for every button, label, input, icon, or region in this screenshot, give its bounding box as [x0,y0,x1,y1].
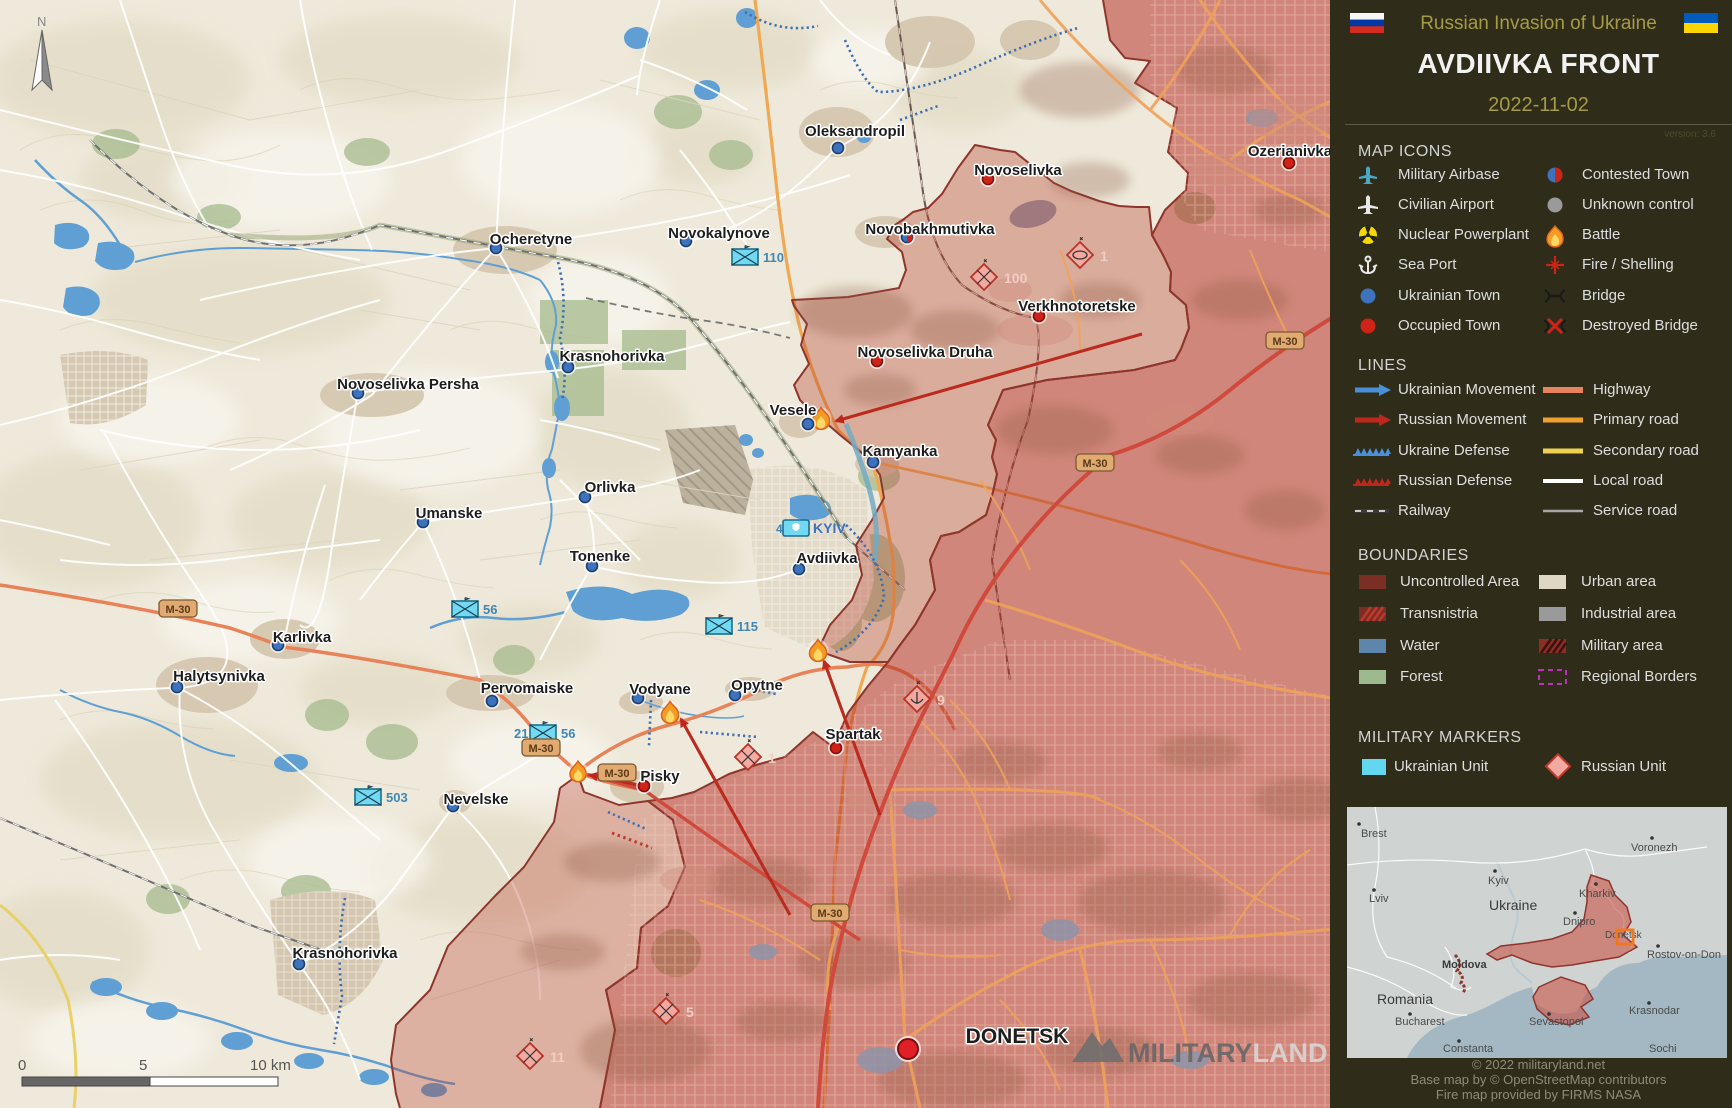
svg-text:Tonenke: Tonenke [570,548,631,565]
svg-text:Kamyanka: Kamyanka [862,443,938,460]
svg-text:Spartak: Spartak [825,726,881,743]
svg-text:9: 9 [937,692,945,708]
svg-text:Voronezh: Voronezh [1631,842,1677,854]
svg-text:Kharkiv: Kharkiv [1579,888,1616,900]
svg-text:Ukraine: Ukraine [1489,897,1537,913]
svg-text:KYIV: KYIV [813,520,846,536]
svg-text:Constanta: Constanta [1443,1043,1494,1055]
svg-text:Opytne: Opytne [731,677,783,694]
svg-text:M-30: M-30 [1272,336,1297,348]
svg-text:Novobakhmutivka: Novobakhmutivka [865,221,995,238]
svg-text:Sevastopol: Sevastopol [1529,1016,1583,1028]
svg-text:M-30: M-30 [817,908,842,920]
svg-text:5: 5 [139,1057,147,1074]
svg-text:Krasnodar: Krasnodar [1629,1005,1680,1017]
svg-text:Vesele: Vesele [770,402,817,419]
svg-text:Brest: Brest [1361,828,1387,840]
svg-text:Nevelske: Nevelske [443,791,508,808]
svg-text:N: N [37,14,46,29]
svg-text:1: 1 [768,750,776,766]
svg-text:Novoselivka Persha: Novoselivka Persha [337,376,479,393]
svg-text:115: 115 [737,619,758,634]
svg-text:M-30: M-30 [528,743,553,755]
svg-text:0: 0 [18,1057,26,1074]
svg-text:Avdiivka: Avdiivka [796,550,858,567]
svg-text:Donetsk: Donetsk [1605,930,1643,941]
svg-text:Novoselivka: Novoselivka [974,162,1062,179]
svg-text:100: 100 [1004,270,1028,286]
svg-text:Krasnohorivka: Krasnohorivka [292,945,398,962]
svg-text:Umanske: Umanske [416,505,483,522]
svg-text:Dnipro: Dnipro [1563,916,1595,928]
svg-text:503: 503 [386,790,408,805]
svg-text:Romania: Romania [1377,991,1433,1007]
svg-text:MILITARYLAND: MILITARYLAND [1128,1038,1327,1068]
svg-text:10 km: 10 km [250,1057,291,1074]
svg-text:DONETSK: DONETSK [966,1025,1069,1048]
svg-text:Oleksandropil: Oleksandropil [805,123,905,140]
svg-text:Bucharest: Bucharest [1395,1016,1445,1028]
svg-text:Pisky: Pisky [640,768,680,785]
svg-text:Kyiv: Kyiv [1488,875,1509,887]
svg-text:56: 56 [483,602,497,617]
svg-text:Rostov-on-Don: Rostov-on-Don [1647,949,1721,961]
svg-text:Krasnohorivka: Krasnohorivka [559,348,665,365]
svg-text:Ozerianivka: Ozerianivka [1248,143,1333,160]
svg-text:Lviv: Lviv [1369,893,1389,905]
svg-text:Pervomaiske: Pervomaiske [481,680,574,697]
svg-text:Moldova: Moldova [1442,959,1487,971]
svg-text:Vodyane: Vodyane [629,681,690,698]
svg-text:Sochi: Sochi [1649,1043,1677,1055]
svg-text:Karlivka: Karlivka [273,629,332,646]
svg-text:M-30: M-30 [604,768,629,780]
svg-text:110: 110 [763,250,784,265]
svg-text:M-30: M-30 [1082,458,1107,470]
svg-text:M-30: M-30 [165,604,190,616]
svg-text:5: 5 [686,1004,694,1020]
svg-text:Verkhnotoretske: Verkhnotoretske [1018,298,1136,315]
svg-text:4: 4 [776,522,783,536]
svg-text:Orlivka: Orlivka [585,479,637,496]
svg-text:Novokalynove: Novokalynove [668,225,770,242]
svg-text:1: 1 [1100,248,1108,264]
svg-text:56: 56 [561,726,575,741]
svg-text:Halytsynivka: Halytsynivka [173,668,265,685]
svg-text:11: 11 [550,1049,565,1065]
svg-text:Novoselivka Druha: Novoselivka Druha [857,344,993,361]
svg-text:Ocheretyne: Ocheretyne [490,231,573,248]
